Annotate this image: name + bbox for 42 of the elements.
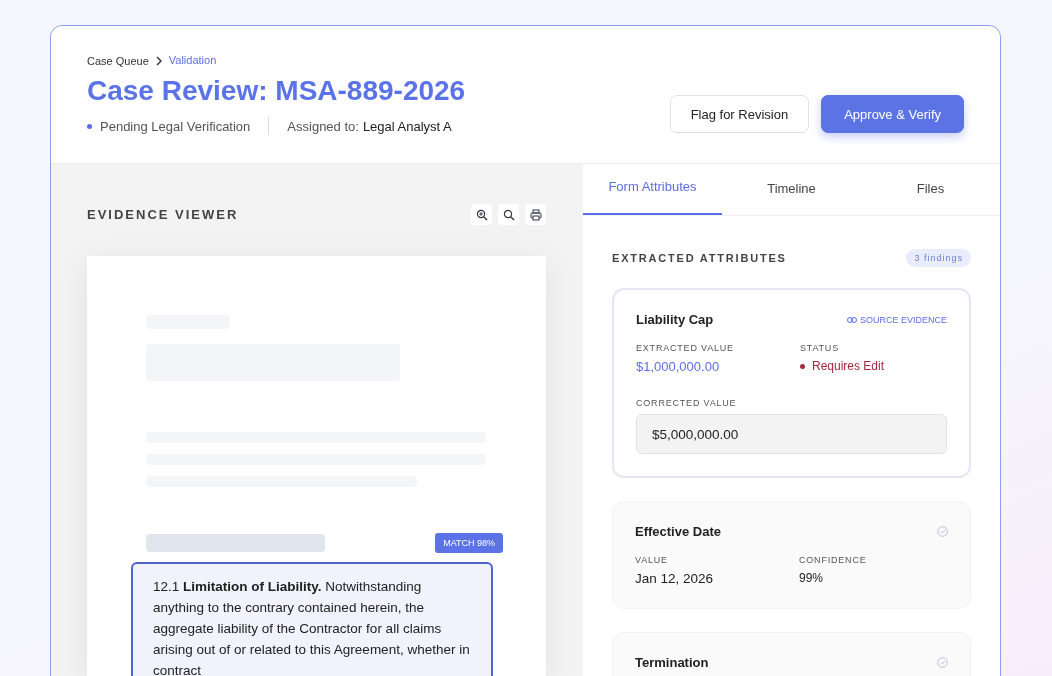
chevron-icon: [154, 56, 163, 66]
tab[interactable]: Timeline: [722, 164, 861, 215]
approve-button[interactable]: Approve & Verify: [821, 95, 964, 133]
breadcrumb-link[interactable]: Validation: [168, 53, 217, 66]
corrected-value-field[interactable]: $5,000,000.00: [636, 414, 947, 454]
status-dot: [87, 123, 92, 129]
tab[interactable]: Files: [861, 164, 1000, 215]
field-label: VALUE: [635, 555, 669, 565]
assignee-name: Legal Analyst A: [362, 118, 452, 134]
field-label: EXTRACTED VALUE: [636, 343, 735, 353]
field-label: CONFIDENCE: [799, 555, 868, 565]
findings-badge: 3 findings: [906, 249, 971, 267]
page-title: Case Review: MSA-889-2026: [87, 75, 466, 107]
attribute-title: Effective Date: [635, 524, 721, 539]
zoom-in-icon: [475, 208, 488, 221]
attribute-title: Termination: [635, 655, 709, 670]
zoom-in-button[interactable]: [471, 204, 492, 225]
zoom-out-button[interactable]: [498, 204, 519, 225]
highlighted-clause: 12.1 Limitation of Liability. Notwithstanding anything to the contrary contained herein, the aggregate liability of the Contractor for all claims arising out of or related to this Agreement, whether in contract: [131, 562, 493, 676]
assigned-label: Assigned to:: [287, 118, 359, 134]
status-label: Pending Legal Verification: [100, 118, 251, 134]
check-circle-icon: [937, 526, 948, 537]
print-button[interactable]: [525, 204, 546, 225]
field-label: CORRECTED VALUE: [636, 398, 738, 408]
status-text: Requires Edit: [812, 359, 885, 373]
attribute-title: Liability Cap: [636, 312, 714, 327]
check-circle-icon: [937, 657, 948, 668]
field-value: 99%: [799, 571, 825, 585]
status-dot: [800, 363, 805, 369]
zoom-out-icon: [502, 208, 515, 221]
tab[interactable]: Form Attributes: [583, 164, 722, 215]
panel-title: EVIDENCE VIEWER: [87, 207, 239, 222]
field-value: Jan 12, 2026: [635, 571, 715, 586]
source-evidence-link[interactable]: SOURCE EVIDENCE: [846, 314, 947, 325]
link-icon: [846, 316, 857, 323]
field-label: STATUS: [800, 343, 840, 353]
section-title: EXTRACTED ATTRIBUTES: [612, 252, 787, 264]
match-badge: MATCH 98%: [435, 533, 503, 553]
print-icon: [529, 208, 542, 221]
field-value: $1,000,000.00: [636, 359, 721, 374]
flag-button[interactable]: Flag for Revision: [669, 95, 810, 133]
breadcrumb-link[interactable]: Case Queue: [87, 55, 149, 67]
